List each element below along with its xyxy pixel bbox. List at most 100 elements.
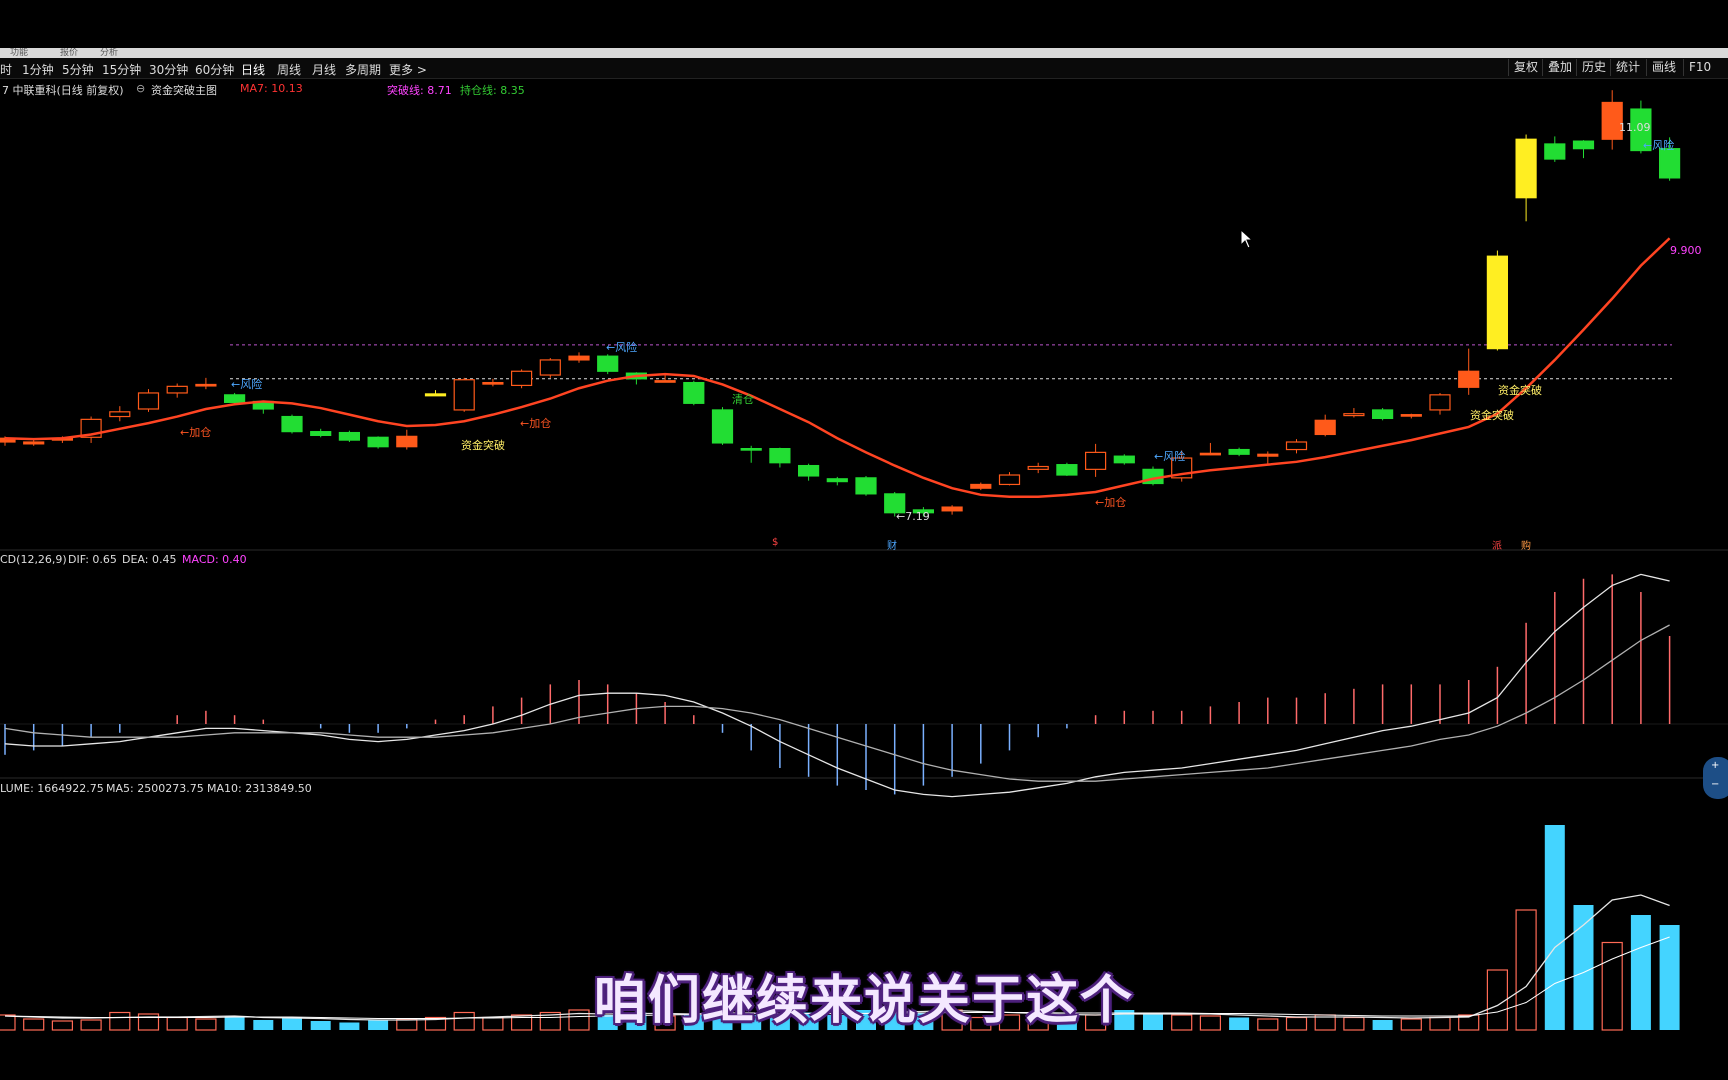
risk-annotation: ←风险 bbox=[1154, 450, 1186, 463]
macd-label: CD(12,26,9) bbox=[0, 553, 67, 566]
draw-line-button[interactable]: 画线 bbox=[1646, 59, 1681, 76]
chart-canvas[interactable] bbox=[0, 0, 1728, 1080]
candle-body bbox=[224, 394, 246, 403]
volume-ma5: MA5: 2500273.75 bbox=[106, 782, 204, 795]
candle-body bbox=[338, 431, 360, 441]
zoom-in-icon[interactable]: + bbox=[1711, 760, 1719, 771]
candle-body bbox=[1113, 455, 1135, 464]
candle-body bbox=[683, 381, 705, 404]
event-marker[interactable]: $ bbox=[772, 537, 778, 548]
breakout-annotation: 资金突破 bbox=[461, 439, 505, 452]
candle-body bbox=[769, 448, 791, 464]
adjust-button[interactable]: 复权 bbox=[1508, 59, 1543, 76]
candle-body bbox=[1285, 441, 1308, 451]
event-marker[interactable]: 购 bbox=[1521, 537, 1531, 552]
tab-timeframe-monthly[interactable]: 月线 bbox=[312, 61, 336, 78]
tab-timeframe-5min[interactable]: 5分钟 bbox=[62, 61, 94, 78]
candle-body bbox=[482, 381, 504, 385]
tab-timeframe-1min[interactable]: 1分钟 bbox=[22, 61, 54, 78]
candle-body bbox=[137, 392, 160, 410]
tab-timeframe-15min[interactable]: 15分钟 bbox=[102, 61, 141, 78]
stock-title: 7 中联重科(日线 前复权) bbox=[2, 84, 124, 97]
low-price-label: ←7.19 bbox=[896, 510, 930, 523]
video-subtitle: 咱们继续来说关于这个 bbox=[593, 971, 1134, 1031]
candle-body bbox=[855, 477, 877, 495]
candle-body bbox=[1658, 148, 1681, 179]
zoom-control[interactable]: + − bbox=[1703, 757, 1728, 799]
high-price-label: 11.09 bbox=[1619, 121, 1651, 134]
menu-bar[interactable]: 功能 报价 分析 bbox=[0, 48, 1728, 58]
candle-body bbox=[424, 393, 447, 397]
candle-body bbox=[998, 474, 1021, 486]
statistics-button[interactable]: 统计 bbox=[1610, 59, 1645, 76]
candle-body bbox=[195, 383, 217, 387]
tab-timeframe-realtime[interactable]: 时 bbox=[0, 61, 12, 78]
period-toolbar: 时 1分钟 5分钟 15分钟 30分钟 60分钟 日线 周线 月线 多周期 更多… bbox=[0, 58, 1728, 79]
f10-button[interactable]: F10 bbox=[1683, 59, 1716, 76]
candle-body bbox=[1486, 255, 1509, 350]
clear-position-annotation: 清仓 bbox=[732, 393, 754, 406]
candle-body bbox=[1544, 143, 1566, 160]
candle-body bbox=[511, 370, 533, 387]
event-marker[interactable]: 财 bbox=[887, 537, 897, 552]
hold-legend: 持仓线: 8.35 bbox=[460, 84, 525, 97]
tab-timeframe-daily[interactable]: 日线 bbox=[241, 61, 265, 78]
candle-body bbox=[1228, 448, 1250, 455]
candle-body bbox=[23, 441, 45, 445]
indicator-icon[interactable]: ⊖ bbox=[136, 82, 145, 95]
macd-dif: DIF: 0.65 bbox=[68, 553, 117, 566]
candle-body bbox=[654, 380, 676, 383]
menu-item[interactable]: 分析 bbox=[100, 48, 118, 58]
candle-body bbox=[1515, 138, 1537, 199]
ma7-legend: MA7: 10.13 bbox=[240, 82, 303, 95]
menu-item[interactable]: 功能 bbox=[10, 48, 28, 58]
candle-body bbox=[597, 355, 619, 372]
candle-body bbox=[1572, 140, 1595, 150]
candle-body bbox=[1314, 419, 1336, 436]
candle-body bbox=[1257, 453, 1279, 457]
volume-ma10: MA10: 2313849.50 bbox=[207, 782, 312, 795]
candle-body bbox=[711, 409, 734, 444]
candle-body bbox=[453, 379, 475, 411]
risk-annotation: ←风险 bbox=[606, 341, 638, 354]
candle-body bbox=[1199, 452, 1222, 456]
tab-timeframe-weekly[interactable]: 周线 bbox=[277, 61, 301, 78]
event-marker[interactable]: 派 bbox=[1492, 537, 1502, 552]
candle-body bbox=[367, 436, 389, 448]
candle-body bbox=[740, 448, 762, 451]
candle-body bbox=[1084, 451, 1107, 470]
menu-item[interactable]: 报价 bbox=[60, 48, 78, 58]
breakout-annotation: 资金突破 bbox=[1498, 384, 1542, 397]
candle-body bbox=[539, 359, 561, 376]
macd-dea: DEA: 0.45 bbox=[122, 553, 177, 566]
risk-annotation: ←风险 bbox=[231, 378, 263, 391]
history-button[interactable]: 历史 bbox=[1576, 59, 1611, 76]
add-position-annotation: ←加仓 bbox=[1095, 496, 1127, 509]
candle-body bbox=[281, 415, 303, 433]
add-position-annotation: ←加仓 bbox=[520, 417, 552, 430]
breakthrough-legend: 突破线: 8.71 bbox=[387, 84, 452, 97]
candle-body bbox=[1371, 409, 1394, 420]
mouse-cursor-icon bbox=[1240, 229, 1254, 249]
macd-value: MACD: 0.40 bbox=[182, 553, 247, 566]
add-position-annotation: ←加仓 bbox=[180, 426, 212, 439]
candle-body bbox=[941, 506, 963, 512]
candle-body bbox=[970, 483, 992, 489]
overlay-button[interactable]: 叠加 bbox=[1542, 59, 1577, 76]
indicator-name[interactable]: 资金突破主图 bbox=[151, 82, 217, 98]
candle-body bbox=[396, 435, 418, 448]
tab-timeframe-60min[interactable]: 60分钟 bbox=[195, 61, 234, 78]
candle-body bbox=[109, 411, 131, 418]
last-price-label: 9.900 bbox=[1670, 244, 1702, 257]
candle-body bbox=[568, 355, 590, 361]
candle-body bbox=[826, 478, 848, 483]
tab-timeframe-multi[interactable]: 多周期 bbox=[345, 61, 381, 78]
tab-timeframe-30min[interactable]: 30分钟 bbox=[149, 61, 188, 78]
candle-body bbox=[166, 385, 188, 394]
candle-body bbox=[1027, 465, 1049, 470]
risk-annotation: ←风险 bbox=[1643, 139, 1675, 152]
candle-body bbox=[797, 464, 820, 477]
candle-body bbox=[1056, 464, 1078, 476]
more-periods-dropdown[interactable]: 更多 > bbox=[389, 61, 427, 78]
zoom-out-icon[interactable]: − bbox=[1711, 779, 1719, 790]
